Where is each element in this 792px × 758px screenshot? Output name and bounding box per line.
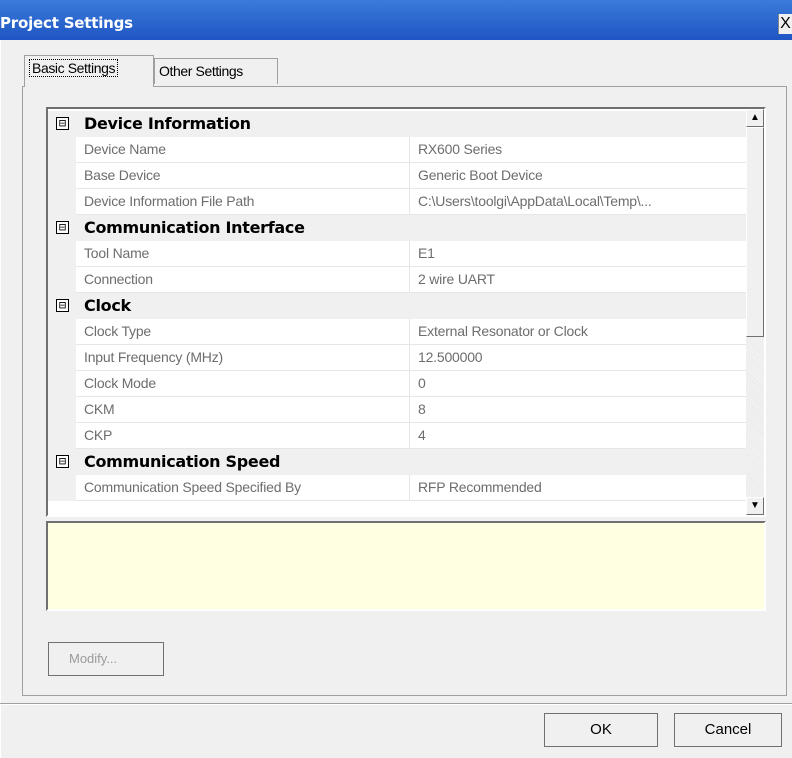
property-value[interactable]: E1 bbox=[410, 241, 746, 267]
row-gutter bbox=[48, 137, 76, 163]
property-name: Input Frequency (MHz) bbox=[76, 345, 410, 371]
row-gutter bbox=[48, 423, 76, 449]
category-label: Communication Speed bbox=[84, 452, 281, 471]
footer-separator bbox=[0, 703, 792, 705]
property-value[interactable]: 0 bbox=[410, 371, 746, 397]
property-name: Clock Mode bbox=[76, 371, 410, 397]
window-title: Project Settings bbox=[0, 14, 133, 32]
property-name: Communication Speed Specified By bbox=[76, 475, 410, 501]
property-value[interactable]: 4 bbox=[410, 423, 746, 449]
property-row[interactable]: Clock Mode 0 bbox=[48, 371, 746, 397]
description-panel bbox=[46, 521, 766, 611]
collapse-icon[interactable]: ⊟ bbox=[56, 117, 69, 130]
tab-other-settings-label: Other Settings bbox=[159, 63, 243, 79]
property-name: Tool Name bbox=[76, 241, 410, 267]
property-row[interactable]: Device Name RX600 Series bbox=[48, 137, 746, 163]
row-gutter bbox=[48, 319, 76, 345]
property-row[interactable]: Input Frequency (MHz) 12.500000 bbox=[48, 345, 746, 371]
property-row[interactable]: Tool Name E1 bbox=[48, 241, 746, 267]
tab-other-settings[interactable]: Other Settings bbox=[154, 58, 278, 84]
property-row[interactable]: CKP 4 bbox=[48, 423, 746, 449]
row-gutter bbox=[48, 345, 76, 371]
property-row[interactable]: CKM 8 bbox=[48, 397, 746, 423]
category-label: Device Information bbox=[84, 114, 251, 133]
category-label: Communication Interface bbox=[84, 218, 305, 237]
category-label: Clock bbox=[84, 296, 131, 315]
property-name: Base Device bbox=[76, 163, 410, 189]
collapse-icon[interactable]: ⊟ bbox=[56, 299, 69, 312]
property-name: Device Name bbox=[76, 137, 410, 163]
property-name: CKM bbox=[76, 397, 410, 423]
property-value[interactable]: Generic Boot Device bbox=[410, 163, 746, 189]
property-value[interactable]: 2 wire UART bbox=[410, 267, 746, 293]
modify-button[interactable]: Modify... bbox=[48, 642, 164, 676]
vertical-scrollbar[interactable]: ▲ ▼ bbox=[746, 109, 764, 515]
row-gutter bbox=[48, 189, 76, 215]
property-value[interactable]: C:\Users\toolgi\AppData\Local\Temp\... bbox=[410, 189, 746, 215]
property-grid: ⊟ Device Information Device Name RX600 Seri… bbox=[46, 107, 766, 517]
scroll-thumb[interactable] bbox=[746, 127, 764, 337]
scroll-down-icon[interactable]: ▼ bbox=[746, 497, 764, 515]
modify-button-label: Modify... bbox=[69, 651, 118, 666]
title-bar: Project Settings X bbox=[0, 0, 792, 40]
tab-basic-settings-label: Basic Settings bbox=[29, 59, 119, 77]
property-name: Connection bbox=[76, 267, 410, 293]
close-button[interactable]: X bbox=[778, 14, 792, 34]
property-value[interactable]: RX600 Series bbox=[410, 137, 746, 163]
collapse-icon[interactable]: ⊟ bbox=[56, 221, 69, 234]
row-gutter bbox=[48, 397, 76, 423]
row-gutter bbox=[48, 267, 76, 293]
scroll-up-icon[interactable]: ▲ bbox=[746, 109, 764, 127]
cancel-button[interactable]: Cancel bbox=[674, 713, 782, 747]
ok-button[interactable]: OK bbox=[544, 713, 658, 747]
category-row[interactable]: ⊟ Device Information bbox=[48, 111, 746, 137]
property-value[interactable]: RFP Recommended bbox=[410, 475, 746, 501]
property-value[interactable]: External Resonator or Clock bbox=[410, 319, 746, 345]
property-row[interactable]: Clock Type External Resonator or Clock bbox=[48, 319, 746, 345]
row-gutter bbox=[48, 371, 76, 397]
property-grid-rows: ⊟ Device Information Device Name RX600 Seri… bbox=[48, 109, 746, 515]
property-row[interactable]: Connection 2 wire UART bbox=[48, 267, 746, 293]
collapse-icon[interactable]: ⊟ bbox=[56, 455, 69, 468]
property-value[interactable]: 12.500000 bbox=[410, 345, 746, 371]
category-row[interactable]: ⊟ Communication Interface bbox=[48, 215, 746, 241]
row-gutter bbox=[48, 475, 76, 501]
category-row[interactable]: ⊟ Communication Speed bbox=[48, 449, 746, 475]
property-name: CKP bbox=[76, 423, 410, 449]
property-row[interactable]: Communication Speed Specified By RFP Reco… bbox=[48, 475, 746, 501]
property-row[interactable]: Base Device Generic Boot Device bbox=[48, 163, 746, 189]
row-gutter bbox=[48, 163, 76, 189]
property-name: Clock Type bbox=[76, 319, 410, 345]
property-value[interactable]: 8 bbox=[410, 397, 746, 423]
property-row[interactable]: Device Information File Path C:\Users\too… bbox=[48, 189, 746, 215]
tab-basic-settings[interactable]: Basic Settings bbox=[24, 55, 154, 87]
property-name: Device Information File Path bbox=[76, 189, 410, 215]
row-gutter bbox=[48, 241, 76, 267]
category-row[interactable]: ⊟ Clock bbox=[48, 293, 746, 319]
